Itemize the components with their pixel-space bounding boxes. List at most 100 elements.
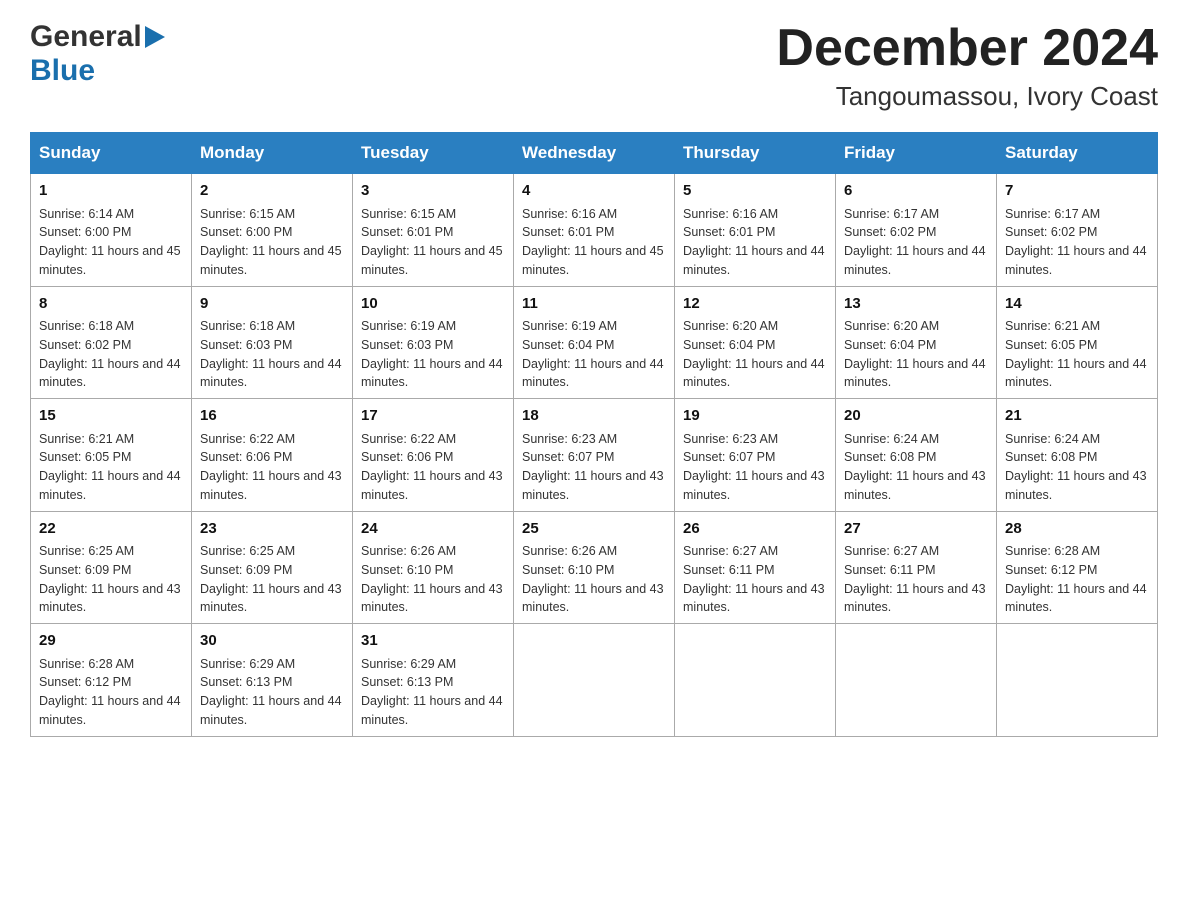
calendar-cell: 29Sunrise: 6:28 AMSunset: 6:12 PMDayligh… [31, 624, 192, 737]
day-number: 21 [1005, 405, 1149, 428]
day-number: 7 [1005, 180, 1149, 203]
day-number: 25 [522, 518, 666, 541]
day-info: Sunrise: 6:24 AMSunset: 6:08 PMDaylight:… [844, 430, 988, 505]
day-number: 8 [39, 293, 183, 316]
calendar-cell: 9Sunrise: 6:18 AMSunset: 6:03 PMDaylight… [192, 286, 353, 399]
day-info: Sunrise: 6:15 AMSunset: 6:01 PMDaylight:… [361, 205, 505, 280]
calendar-week-row: 22Sunrise: 6:25 AMSunset: 6:09 PMDayligh… [31, 511, 1158, 624]
day-number: 3 [361, 180, 505, 203]
day-info: Sunrise: 6:21 AMSunset: 6:05 PMDaylight:… [39, 430, 183, 505]
calendar-week-row: 29Sunrise: 6:28 AMSunset: 6:12 PMDayligh… [31, 624, 1158, 737]
calendar-cell: 12Sunrise: 6:20 AMSunset: 6:04 PMDayligh… [675, 286, 836, 399]
day-info: Sunrise: 6:19 AMSunset: 6:04 PMDaylight:… [522, 317, 666, 392]
page-header: General Blue December 2024 Tangoumassou,… [30, 20, 1158, 112]
logo-general-text: General [30, 20, 142, 54]
col-header-wednesday: Wednesday [514, 133, 675, 174]
day-number: 13 [844, 293, 988, 316]
day-info: Sunrise: 6:28 AMSunset: 6:12 PMDaylight:… [1005, 542, 1149, 617]
day-number: 9 [200, 293, 344, 316]
day-info: Sunrise: 6:28 AMSunset: 6:12 PMDaylight:… [39, 655, 183, 730]
calendar-week-row: 8Sunrise: 6:18 AMSunset: 6:02 PMDaylight… [31, 286, 1158, 399]
calendar-cell: 22Sunrise: 6:25 AMSunset: 6:09 PMDayligh… [31, 511, 192, 624]
calendar-cell: 13Sunrise: 6:20 AMSunset: 6:04 PMDayligh… [836, 286, 997, 399]
calendar-cell: 25Sunrise: 6:26 AMSunset: 6:10 PMDayligh… [514, 511, 675, 624]
day-number: 26 [683, 518, 827, 541]
day-number: 14 [1005, 293, 1149, 316]
day-number: 6 [844, 180, 988, 203]
calendar-cell: 19Sunrise: 6:23 AMSunset: 6:07 PMDayligh… [675, 399, 836, 512]
calendar-cell [997, 624, 1158, 737]
day-number: 11 [522, 293, 666, 316]
calendar-cell: 23Sunrise: 6:25 AMSunset: 6:09 PMDayligh… [192, 511, 353, 624]
calendar-week-row: 1Sunrise: 6:14 AMSunset: 6:00 PMDaylight… [31, 174, 1158, 287]
calendar-cell: 1Sunrise: 6:14 AMSunset: 6:00 PMDaylight… [31, 174, 192, 287]
day-number: 12 [683, 293, 827, 316]
calendar-cell: 3Sunrise: 6:15 AMSunset: 6:01 PMDaylight… [353, 174, 514, 287]
day-info: Sunrise: 6:21 AMSunset: 6:05 PMDaylight:… [1005, 317, 1149, 392]
day-info: Sunrise: 6:29 AMSunset: 6:13 PMDaylight:… [361, 655, 505, 730]
day-info: Sunrise: 6:26 AMSunset: 6:10 PMDaylight:… [522, 542, 666, 617]
calendar-cell [675, 624, 836, 737]
col-header-thursday: Thursday [675, 133, 836, 174]
day-info: Sunrise: 6:18 AMSunset: 6:03 PMDaylight:… [200, 317, 344, 392]
calendar-cell: 11Sunrise: 6:19 AMSunset: 6:04 PMDayligh… [514, 286, 675, 399]
day-number: 28 [1005, 518, 1149, 541]
day-info: Sunrise: 6:17 AMSunset: 6:02 PMDaylight:… [1005, 205, 1149, 280]
calendar-week-row: 15Sunrise: 6:21 AMSunset: 6:05 PMDayligh… [31, 399, 1158, 512]
calendar-header-row: SundayMondayTuesdayWednesdayThursdayFrid… [31, 133, 1158, 174]
calendar-cell: 21Sunrise: 6:24 AMSunset: 6:08 PMDayligh… [997, 399, 1158, 512]
calendar-cell: 8Sunrise: 6:18 AMSunset: 6:02 PMDaylight… [31, 286, 192, 399]
day-info: Sunrise: 6:24 AMSunset: 6:08 PMDaylight:… [1005, 430, 1149, 505]
day-number: 24 [361, 518, 505, 541]
calendar-cell: 30Sunrise: 6:29 AMSunset: 6:13 PMDayligh… [192, 624, 353, 737]
day-info: Sunrise: 6:16 AMSunset: 6:01 PMDaylight:… [522, 205, 666, 280]
day-number: 15 [39, 405, 183, 428]
calendar-cell: 28Sunrise: 6:28 AMSunset: 6:12 PMDayligh… [997, 511, 1158, 624]
day-number: 1 [39, 180, 183, 203]
day-info: Sunrise: 6:23 AMSunset: 6:07 PMDaylight:… [522, 430, 666, 505]
day-info: Sunrise: 6:25 AMSunset: 6:09 PMDaylight:… [200, 542, 344, 617]
calendar-cell: 4Sunrise: 6:16 AMSunset: 6:01 PMDaylight… [514, 174, 675, 287]
calendar-cell: 16Sunrise: 6:22 AMSunset: 6:06 PMDayligh… [192, 399, 353, 512]
day-info: Sunrise: 6:26 AMSunset: 6:10 PMDaylight:… [361, 542, 505, 617]
calendar-cell: 14Sunrise: 6:21 AMSunset: 6:05 PMDayligh… [997, 286, 1158, 399]
calendar-cell [836, 624, 997, 737]
day-info: Sunrise: 6:27 AMSunset: 6:11 PMDaylight:… [844, 542, 988, 617]
day-number: 16 [200, 405, 344, 428]
day-number: 4 [522, 180, 666, 203]
logo-triangle-icon [145, 26, 165, 53]
calendar-cell: 18Sunrise: 6:23 AMSunset: 6:07 PMDayligh… [514, 399, 675, 512]
calendar-cell: 15Sunrise: 6:21 AMSunset: 6:05 PMDayligh… [31, 399, 192, 512]
day-info: Sunrise: 6:27 AMSunset: 6:11 PMDaylight:… [683, 542, 827, 617]
logo: General Blue [30, 20, 165, 88]
calendar-cell: 2Sunrise: 6:15 AMSunset: 6:00 PMDaylight… [192, 174, 353, 287]
col-header-friday: Friday [836, 133, 997, 174]
day-info: Sunrise: 6:23 AMSunset: 6:07 PMDaylight:… [683, 430, 827, 505]
day-number: 2 [200, 180, 344, 203]
day-number: 31 [361, 630, 505, 653]
col-header-tuesday: Tuesday [353, 133, 514, 174]
title-section: December 2024 Tangoumassou, Ivory Coast [776, 20, 1158, 112]
calendar-cell: 10Sunrise: 6:19 AMSunset: 6:03 PMDayligh… [353, 286, 514, 399]
day-info: Sunrise: 6:17 AMSunset: 6:02 PMDaylight:… [844, 205, 988, 280]
day-info: Sunrise: 6:16 AMSunset: 6:01 PMDaylight:… [683, 205, 827, 280]
day-number: 5 [683, 180, 827, 203]
day-number: 22 [39, 518, 183, 541]
day-info: Sunrise: 6:22 AMSunset: 6:06 PMDaylight:… [361, 430, 505, 505]
day-info: Sunrise: 6:25 AMSunset: 6:09 PMDaylight:… [39, 542, 183, 617]
calendar-cell: 26Sunrise: 6:27 AMSunset: 6:11 PMDayligh… [675, 511, 836, 624]
day-number: 30 [200, 630, 344, 653]
col-header-monday: Monday [192, 133, 353, 174]
calendar-cell: 20Sunrise: 6:24 AMSunset: 6:08 PMDayligh… [836, 399, 997, 512]
day-info: Sunrise: 6:20 AMSunset: 6:04 PMDaylight:… [683, 317, 827, 392]
calendar-cell: 7Sunrise: 6:17 AMSunset: 6:02 PMDaylight… [997, 174, 1158, 287]
calendar-cell: 6Sunrise: 6:17 AMSunset: 6:02 PMDaylight… [836, 174, 997, 287]
day-number: 23 [200, 518, 344, 541]
day-number: 29 [39, 630, 183, 653]
calendar-cell: 24Sunrise: 6:26 AMSunset: 6:10 PMDayligh… [353, 511, 514, 624]
logo-blue-text: Blue [30, 54, 95, 88]
col-header-saturday: Saturday [997, 133, 1158, 174]
day-number: 18 [522, 405, 666, 428]
calendar-cell: 17Sunrise: 6:22 AMSunset: 6:06 PMDayligh… [353, 399, 514, 512]
day-number: 27 [844, 518, 988, 541]
